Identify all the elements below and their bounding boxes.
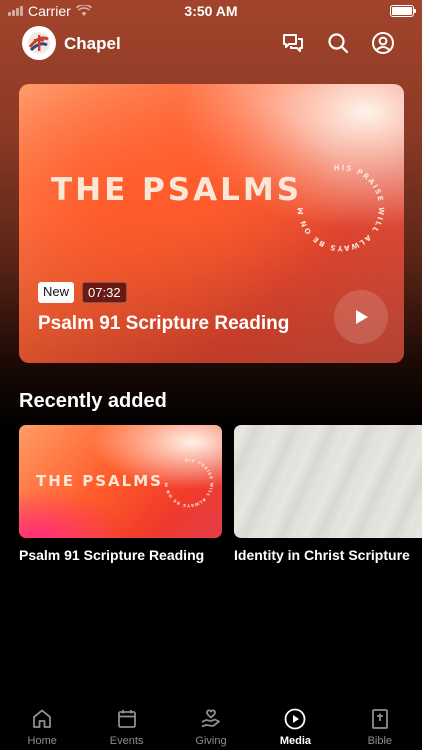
play-circle-icon xyxy=(283,707,307,731)
thumbnail-artwork-title: THE PSALMS xyxy=(36,472,163,490)
status-time: 3:50 AM xyxy=(184,3,238,19)
media-title[interactable]: Identity in Christ Scripture xyxy=(234,547,422,563)
media-title[interactable]: Psalm 91 Scripture Reading xyxy=(19,547,222,563)
battery-icon xyxy=(390,5,416,17)
tab-label: Bible xyxy=(367,735,393,747)
tab-label: Home xyxy=(27,735,57,747)
tab-bar: Home Events Giving Media Bible xyxy=(0,700,422,750)
tab-bible[interactable]: Bible xyxy=(338,700,422,750)
app-header: Chapel xyxy=(0,26,422,62)
status-bar: Carrier 3:50 AM xyxy=(0,0,422,22)
bible-icon xyxy=(368,707,392,731)
home-icon xyxy=(30,707,54,731)
play-icon xyxy=(356,310,368,324)
tab-events[interactable]: Events xyxy=(84,700,168,750)
svg-text:HIS PRAISE WILL ALWAYS BE ON M: HIS PRAISE WILL ALWAYS BE ON MY LIPS xyxy=(291,158,386,253)
search-icon[interactable] xyxy=(326,31,350,55)
calendar-icon xyxy=(115,707,139,731)
tab-home[interactable]: Home xyxy=(0,700,84,750)
church-logo-icon[interactable] xyxy=(22,26,56,60)
recently-added-heading: Recently added xyxy=(19,390,167,412)
media-thumbnail[interactable] xyxy=(234,425,422,538)
play-button[interactable] xyxy=(334,290,388,344)
featured-media-card[interactable]: THE PSALMS HIS PRAISE WILL ALWAYS BE ON … xyxy=(19,84,404,363)
chat-icon[interactable] xyxy=(281,31,305,55)
featured-artwork-circle-text: HIS PRAISE WILL ALWAYS BE ON MY LIPS xyxy=(291,158,386,253)
svg-text:HIS PRAISE WILL ALWAYS BE ON M: HIS PRAISE WILL ALWAYS BE ON MY LIPS xyxy=(161,455,214,508)
duration-badge: 07:32 xyxy=(82,282,127,303)
featured-title: Psalm 91 Scripture Reading xyxy=(38,313,290,334)
thumbnail-artwork-circle-text: HIS PRAISE WILL ALWAYS BE ON MY LIPS xyxy=(161,455,214,508)
tab-label: Giving xyxy=(195,735,227,747)
tab-label: Media xyxy=(279,735,312,747)
tab-giving[interactable]: Giving xyxy=(169,700,253,750)
media-thumbnail[interactable]: THE PSALMS HIS PRAISE WILL ALWAYS BE ON … xyxy=(19,425,222,538)
featured-artwork-title: THE PSALMS xyxy=(51,172,303,208)
tab-media[interactable]: Media xyxy=(253,700,337,750)
account-icon[interactable] xyxy=(371,31,395,55)
app-title: Chapel xyxy=(64,34,121,53)
featured-badges: New 07:32 xyxy=(38,282,127,303)
giving-hand-icon xyxy=(199,707,223,731)
tab-label: Events xyxy=(109,735,144,747)
new-badge: New xyxy=(38,282,75,303)
